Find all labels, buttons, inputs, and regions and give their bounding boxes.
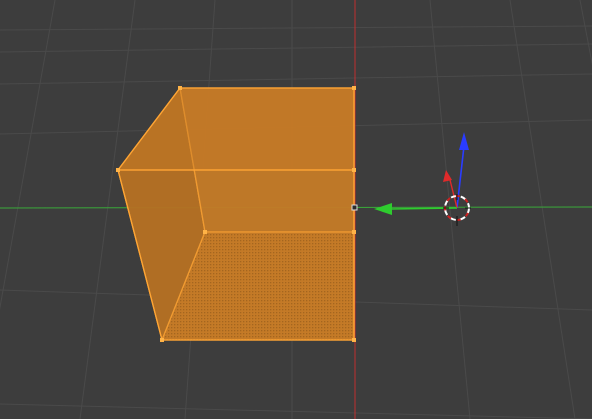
gizmo-x-arrowhead[interactable] bbox=[374, 203, 392, 215]
3d-cursor-icon[interactable] bbox=[443, 194, 471, 226]
gizmo-y-arrow[interactable] bbox=[449, 179, 458, 209]
gizmo-z-arrowhead[interactable] bbox=[459, 132, 469, 150]
transform-gizmo[interactable] bbox=[374, 132, 471, 226]
cube-face-top[interactable] bbox=[116, 87, 355, 171]
gizmo-y-arrowhead[interactable] bbox=[443, 170, 452, 182]
origin-point[interactable] bbox=[351, 204, 358, 211]
cube-face-front[interactable] bbox=[117, 169, 355, 341]
viewport-canvas[interactable] bbox=[0, 0, 592, 419]
3d-viewport[interactable] bbox=[0, 0, 592, 419]
cube-object[interactable] bbox=[116, 86, 358, 343]
